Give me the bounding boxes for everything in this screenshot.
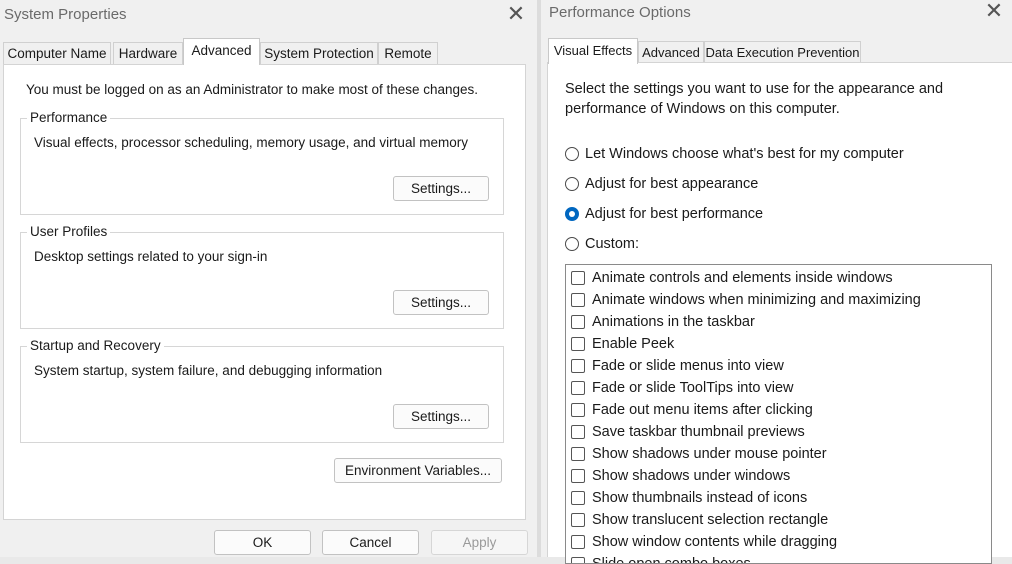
checkbox[interactable]	[571, 359, 585, 373]
checkbox-label: Fade out menu items after clicking	[592, 402, 813, 418]
effect-checkbox-item[interactable]: Save taskbar thumbnail previews	[571, 421, 805, 443]
performance-group: Performance Visual effects, processor sc…	[20, 110, 504, 215]
effect-checkbox-item[interactable]: Animations in the taskbar	[571, 311, 755, 333]
checkbox-label: Save taskbar thumbnail previews	[592, 424, 805, 440]
tab-system-protection[interactable]: System Protection	[260, 42, 378, 64]
checkbox[interactable]	[571, 491, 585, 505]
checkbox[interactable]	[571, 535, 585, 549]
system-properties-titlebar: System Properties ✕	[0, 0, 537, 30]
effect-checkbox-item[interactable]: Show thumbnails instead of icons	[571, 487, 807, 509]
dialog-footer: OK Cancel Apply	[0, 520, 537, 557]
tab-computer-name[interactable]: Computer Name	[3, 42, 111, 64]
checkbox[interactable]	[571, 425, 585, 439]
performance-options-titlebar: Performance Options ✕	[541, 0, 1012, 30]
checkbox-label: Show shadows under mouse pointer	[592, 446, 827, 462]
group-description: Desktop settings related to your sign-in	[34, 249, 268, 264]
window-title: Performance Options	[549, 4, 691, 21]
radio-let-windows-choose[interactable]: Let Windows choose what's best for my co…	[565, 144, 904, 164]
visual-effects-list[interactable]: Animate controls and elements inside win…	[565, 264, 992, 564]
checkbox[interactable]	[571, 469, 585, 483]
tab-hardware[interactable]: Hardware	[113, 42, 183, 64]
checkbox[interactable]	[571, 381, 585, 395]
checkbox-label: Show translucent selection rectangle	[592, 512, 829, 528]
checkbox-label: Fade or slide ToolTips into view	[592, 380, 794, 396]
effect-checkbox-item[interactable]: Animate windows when minimizing and maxi…	[571, 289, 921, 311]
close-icon[interactable]: ✕	[505, 3, 527, 26]
ok-button[interactable]: OK	[214, 530, 311, 555]
radio-custom[interactable]: Custom:	[565, 234, 639, 254]
effect-checkbox-item[interactable]: Fade or slide ToolTips into view	[571, 377, 794, 399]
checkbox[interactable]	[571, 315, 585, 329]
checkbox-label: Show thumbnails instead of icons	[592, 490, 808, 506]
performance-settings-button[interactable]: Settings...	[393, 176, 489, 201]
tab-advanced[interactable]: Advanced	[183, 38, 260, 65]
user-profiles-group: User Profiles Desktop settings related t…	[20, 224, 504, 329]
radio-button[interactable]	[565, 147, 579, 161]
radio-label: Let Windows choose what's best for my co…	[585, 146, 904, 162]
advanced-tab-page: You must be logged on as an Administrato…	[3, 64, 526, 520]
radio-button[interactable]	[565, 237, 579, 251]
tab-remote[interactable]: Remote	[378, 42, 438, 64]
effect-checkbox-item[interactable]: Animate controls and elements inside win…	[571, 267, 893, 289]
admin-notice: You must be logged on as an Administrato…	[26, 82, 479, 97]
effect-checkbox-item[interactable]: Fade or slide menus into view	[571, 355, 784, 377]
effect-checkbox-item[interactable]: Show shadows under mouse pointer	[571, 443, 827, 465]
tab-visual-effects[interactable]: Visual Effects	[548, 38, 638, 64]
effect-checkbox-item[interactable]: Show translucent selection rectangle	[571, 509, 828, 531]
performance-options-dialog: Performance Options ✕ Visual Effects Adv…	[541, 0, 1012, 564]
checkbox-label: Enable Peek	[592, 336, 675, 352]
window-title: System Properties	[4, 6, 127, 23]
effect-checkbox-item[interactable]: Enable Peek	[571, 333, 674, 355]
group-legend: Startup and Recovery	[27, 338, 164, 353]
tab-advanced[interactable]: Advanced	[638, 41, 704, 62]
close-icon[interactable]: ✕	[983, 0, 1005, 23]
group-description: System startup, system failure, and debu…	[34, 363, 383, 378]
startup-recovery-settings-button[interactable]: Settings...	[393, 404, 489, 429]
user-profiles-settings-button[interactable]: Settings...	[393, 290, 489, 315]
checkbox-label: Animate controls and elements inside win…	[592, 270, 893, 286]
group-legend: User Profiles	[27, 224, 111, 239]
checkbox[interactable]	[571, 557, 585, 563]
system-properties-dialog: System Properties ✕ Computer Name Hardwa…	[0, 0, 537, 557]
startup-recovery-group: Startup and Recovery System startup, sys…	[20, 338, 504, 443]
visual-effects-page: Select the settings you want to use for …	[547, 62, 1012, 564]
checkbox[interactable]	[571, 293, 585, 307]
tab-data-execution-prevention[interactable]: Data Execution Prevention	[704, 41, 861, 62]
checkbox[interactable]	[571, 513, 585, 527]
checkbox-label: Fade or slide menus into view	[592, 358, 784, 374]
checkbox[interactable]	[571, 403, 585, 417]
radio-button[interactable]	[565, 177, 579, 191]
checkbox-label: Animations in the taskbar	[592, 314, 755, 330]
checkbox[interactable]	[571, 447, 585, 461]
checkbox-label: Animate windows when minimizing and maxi…	[592, 292, 921, 308]
radio-label: Adjust for best appearance	[585, 176, 759, 192]
checkbox-label: Slide open combo boxes	[592, 556, 751, 564]
group-legend: Performance	[27, 110, 111, 125]
checkbox-label: Show shadows under windows	[592, 468, 791, 484]
group-description: Visual effects, processor scheduling, me…	[34, 135, 468, 150]
effect-checkbox-item[interactable]: Slide open combo boxes	[571, 553, 751, 564]
checkbox[interactable]	[571, 271, 585, 285]
intro-text: Select the settings you want to use for …	[565, 81, 944, 117]
checkbox[interactable]	[571, 337, 585, 351]
radio-button-selected[interactable]	[565, 207, 579, 221]
apply-button[interactable]: Apply	[431, 530, 528, 555]
radio-label: Custom:	[585, 236, 639, 252]
radio-best-appearance[interactable]: Adjust for best appearance	[565, 174, 758, 194]
radio-label: Adjust for best performance	[585, 206, 764, 222]
cancel-button[interactable]: Cancel	[322, 530, 419, 555]
checkbox-label: Show window contents while dragging	[592, 534, 838, 550]
effect-checkbox-item[interactable]: Show shadows under windows	[571, 465, 790, 487]
effect-checkbox-item[interactable]: Fade out menu items after clicking	[571, 399, 813, 421]
environment-variables-button[interactable]: Environment Variables...	[334, 458, 502, 483]
effect-checkbox-item[interactable]: Show window contents while dragging	[571, 531, 837, 553]
radio-best-performance[interactable]: Adjust for best performance	[565, 204, 763, 224]
